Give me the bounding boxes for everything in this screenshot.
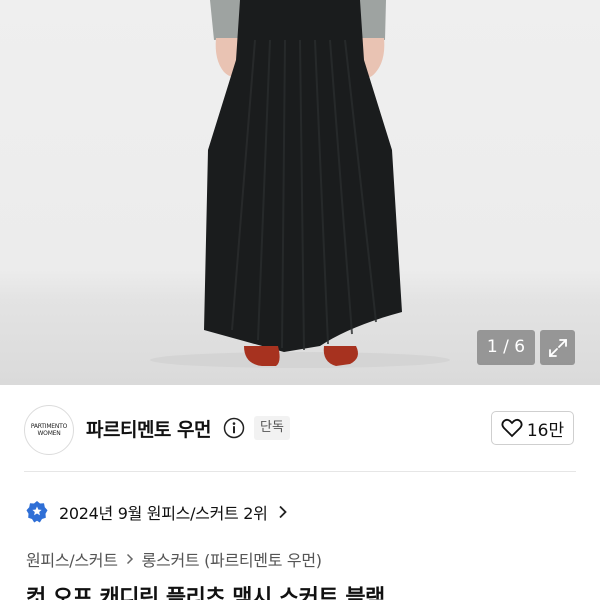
exclusive-badge: 단독 <box>254 416 290 440</box>
image-counter: 1 / 6 <box>477 330 535 365</box>
chevron-right-icon <box>278 505 287 519</box>
ranking-text: 2024년 9월 원피스/스커트 2위 <box>59 504 268 523</box>
like-count: 16만 <box>526 420 565 441</box>
brand-name-link[interactable]: 파르티멘토 우먼 <box>86 415 211 442</box>
heart-icon <box>501 418 523 438</box>
brand-logo-text-line1: PARTIMENTO <box>30 423 68 430</box>
ranking-link[interactable]: 2024년 9월 원피스/스커트 2위 <box>26 498 288 526</box>
breadcrumb-category[interactable]: 원피스/스커트 <box>26 547 118 571</box>
chevron-right-icon <box>126 553 133 565</box>
brand-logo[interactable]: PARTIMENTO WOMEN <box>24 405 74 455</box>
product-photo <box>150 0 450 368</box>
breadcrumb-sub-category[interactable]: 롱스커트 (파르티멘토 우먼) <box>142 547 322 571</box>
info-icon[interactable] <box>223 417 245 439</box>
like-button[interactable]: 16만 <box>491 411 574 445</box>
expand-image-button[interactable] <box>540 330 575 365</box>
product-detail-page: 1 / 6 PARTIMENTO WOMEN 파르티멘토 우먼 단독 16만 2… <box>0 0 600 600</box>
expand-icon <box>548 338 567 357</box>
brand-logo-text-line2: WOMEN <box>37 430 61 437</box>
divider <box>24 471 576 472</box>
breadcrumb: 원피스/스커트 롱스커트 (파르티멘토 우먼) <box>26 547 322 571</box>
product-title: 컷 오프 캐디린 플리츠 맥시 스커트 블랙 <box>26 586 385 600</box>
brand-row: PARTIMENTO WOMEN 파르티멘토 우먼 단독 16만 <box>0 385 600 471</box>
rank-badge-icon <box>26 501 48 523</box>
product-image-gallery[interactable]: 1 / 6 <box>0 0 600 385</box>
